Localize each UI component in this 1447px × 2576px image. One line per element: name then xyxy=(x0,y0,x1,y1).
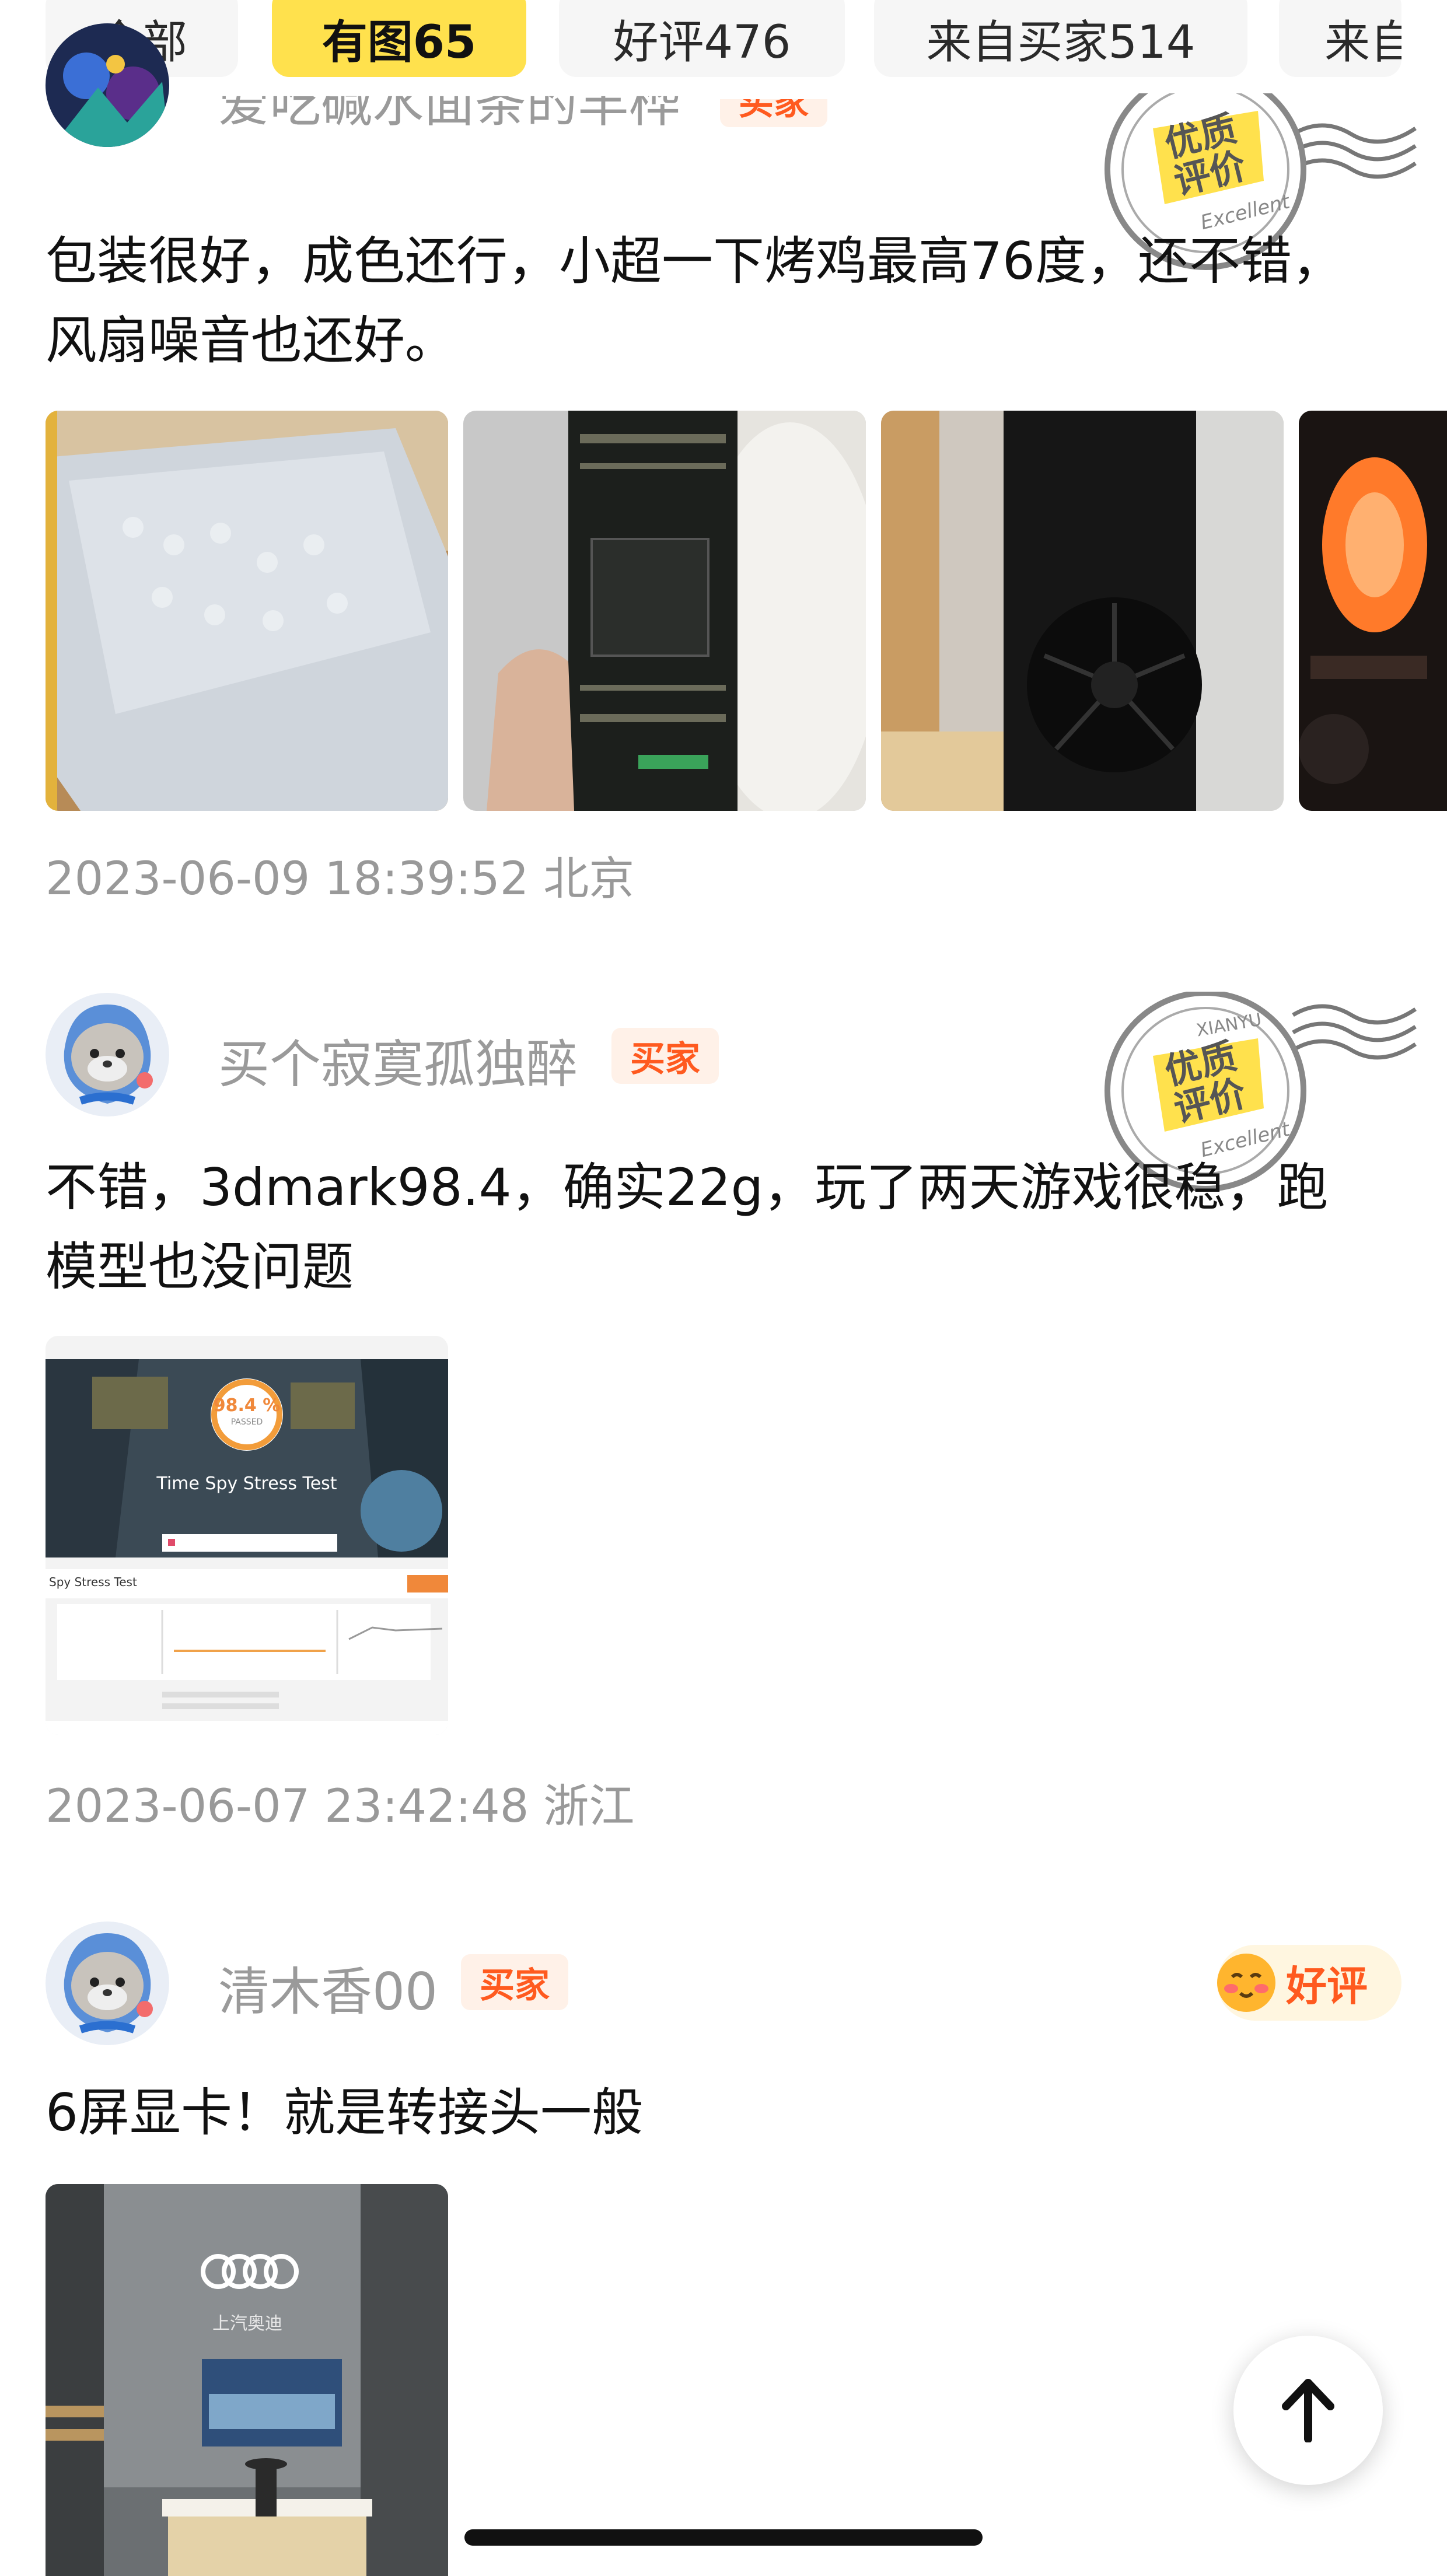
photo-caption: 上汽奥迪 xyxy=(212,2314,282,2334)
username[interactable]: 爱吃碱水面条的羊桦 xyxy=(218,96,680,136)
rating-label: 好评 xyxy=(1286,1962,1368,2010)
avatar[interactable] xyxy=(46,23,169,147)
arrow-up-icon xyxy=(1282,2379,1334,2442)
review-text: 包装很好，成色还行，小超一下烤鸡最高76度，还不错，风扇噪音也还好。 xyxy=(46,231,1343,370)
review-meta: 2023-06-07 23:42:48 浙江 xyxy=(46,1780,635,1833)
avatar[interactable] xyxy=(46,1922,169,2045)
back-to-top-button[interactable] xyxy=(1233,2336,1383,2485)
review-photo-bubble-wrap[interactable] xyxy=(46,411,448,811)
test-tab-label: Spy Stress Test xyxy=(49,1575,137,1589)
positive-rating-badge: 好评 xyxy=(1217,1945,1401,2021)
review-photo-gpu-back[interactable] xyxy=(463,411,866,811)
avatar[interactable] xyxy=(46,993,169,1116)
buyer-badge: 买家 xyxy=(720,99,827,127)
review-text: 不错，3dmark98.4，确实22g，玩了两天游戏很稳，跑模型也没问题 xyxy=(46,1157,1329,1297)
review-text: 6屏显卡！就是转接头一般 xyxy=(46,2082,643,2143)
username[interactable]: 买个寂寞孤独醉 xyxy=(218,1023,578,1097)
smiling-emoji-icon xyxy=(1217,1954,1275,2012)
buyer-badge: 买家 xyxy=(461,1954,568,2010)
username[interactable]: 清木香00 xyxy=(218,1951,438,2025)
review-photo-showroom[interactable]: 上汽奥迪 xyxy=(46,2184,448,2576)
home-indicator xyxy=(464,2529,983,2546)
test-title: Time Spy Stress Test xyxy=(156,1474,337,1494)
score-status: PASSED xyxy=(230,1418,263,1427)
review-card: 爱吃碱水面条的羊桦 买家 优质 评价 Excellent 包装很好，成色还行，小超… xyxy=(0,0,1447,910)
score-percent: 98.4 % xyxy=(213,1395,281,1416)
buyer-badge: 买家 xyxy=(611,1028,719,1084)
review-photo-gpu-fan[interactable] xyxy=(881,411,1284,811)
review-photo-pc-case[interactable] xyxy=(1299,411,1447,811)
review-meta: 2023-06-09 18:39:52 北京 xyxy=(46,853,635,905)
review-photo-3dmark-screenshot[interactable]: 98.4 % PASSED Time Spy Stress Test Spy S… xyxy=(46,1336,448,1735)
